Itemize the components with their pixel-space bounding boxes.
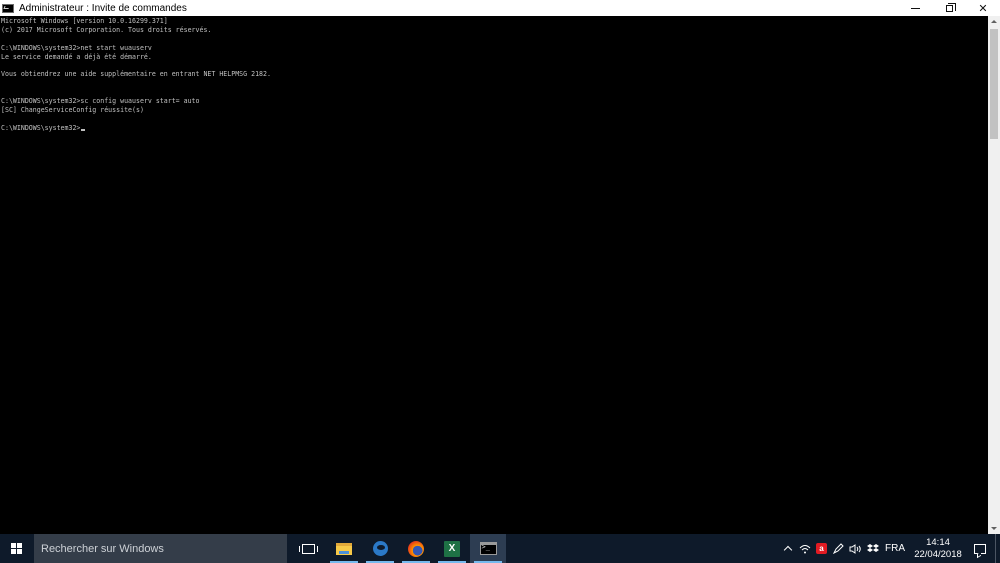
console-line: [SC] ChangeServiceConfig réussite(s) [1, 105, 144, 114]
taskbar-command-prompt[interactable] [470, 534, 506, 563]
scroll-thumb[interactable] [990, 29, 998, 139]
scroll-up-icon[interactable] [991, 20, 997, 23]
show-hidden-icons-button[interactable] [779, 534, 796, 563]
show-desktop-button[interactable] [995, 534, 1000, 563]
action-center-button[interactable] [965, 534, 995, 563]
console-line: Vous obtiendrez une aide supplémentaire … [1, 70, 271, 79]
minimize-icon [910, 7, 920, 9]
restore-icon [945, 2, 956, 12]
task-view-button[interactable] [290, 534, 326, 563]
taskbar-firefox[interactable] [398, 534, 434, 563]
search-placeholder: Rechercher sur Windows [41, 542, 164, 555]
minimize-button[interactable] [898, 0, 932, 16]
wifi-icon[interactable] [796, 534, 813, 563]
console-prompt: C:\WINDOWS\system32> [1, 123, 81, 132]
console-line: Microsoft Windows [version 10.0.16299.37… [1, 17, 168, 25]
console-line: Le service demandé a déjà été démarré. [1, 52, 152, 61]
restore-button[interactable] [932, 0, 966, 16]
excel-icon: X [444, 540, 460, 557]
chevron-up-icon [783, 545, 792, 555]
language-indicator[interactable]: FRA [885, 543, 905, 554]
window-controls: ✕ [898, 0, 1000, 16]
clock-time: 14:14 [926, 536, 950, 548]
taskbar-edge[interactable] [362, 534, 398, 563]
console-line: C:\WINDOWS\system32>sc config wuauserv s… [1, 97, 200, 106]
search-input[interactable]: Rechercher sur Windows [34, 534, 287, 563]
vertical-scrollbar[interactable] [988, 16, 1000, 534]
console-line: C:\WINDOWS\system32>net start wuauserv [1, 43, 152, 52]
task-view-icon [298, 543, 318, 554]
start-button[interactable] [0, 534, 34, 563]
notification-icon [974, 543, 986, 554]
console-output[interactable]: Microsoft Windows [version 10.0.16299.37… [0, 16, 988, 534]
system-tray: a FRA 14:14 22/04/2018 [779, 534, 1000, 563]
clock[interactable]: 14:14 22/04/2018 [911, 537, 965, 561]
text-cursor [81, 128, 86, 131]
volume-icon[interactable] [847, 534, 864, 563]
edge-icon [372, 541, 388, 556]
scroll-down-icon[interactable] [991, 527, 997, 530]
close-icon: ✕ [978, 2, 988, 15]
firefox-icon [408, 540, 424, 557]
taskbar-file-explorer[interactable] [326, 534, 362, 563]
window-title: Administrateur : Invite de commandes [19, 2, 187, 14]
taskbar: Rechercher sur Windows X a FRA 14:14 [0, 534, 1000, 563]
avira-icon[interactable]: a [813, 534, 830, 563]
cmd-icon [479, 542, 497, 555]
pen-icon[interactable] [830, 534, 847, 563]
windows-logo-icon [11, 542, 23, 555]
clock-date: 22/04/2018 [914, 548, 962, 560]
dropbox-icon[interactable] [864, 534, 881, 563]
taskbar-excel[interactable]: X [434, 534, 470, 563]
console-line: (c) 2017 Microsoft Corporation. Tous dro… [1, 25, 212, 34]
console-prompt-line[interactable]: C:\WINDOWS\system32> [1, 124, 988, 133]
close-button[interactable]: ✕ [966, 0, 1000, 16]
cmd-icon [2, 3, 14, 13]
title-bar[interactable]: Administrateur : Invite de commandes ✕ [0, 0, 1000, 16]
folder-icon [336, 542, 352, 555]
